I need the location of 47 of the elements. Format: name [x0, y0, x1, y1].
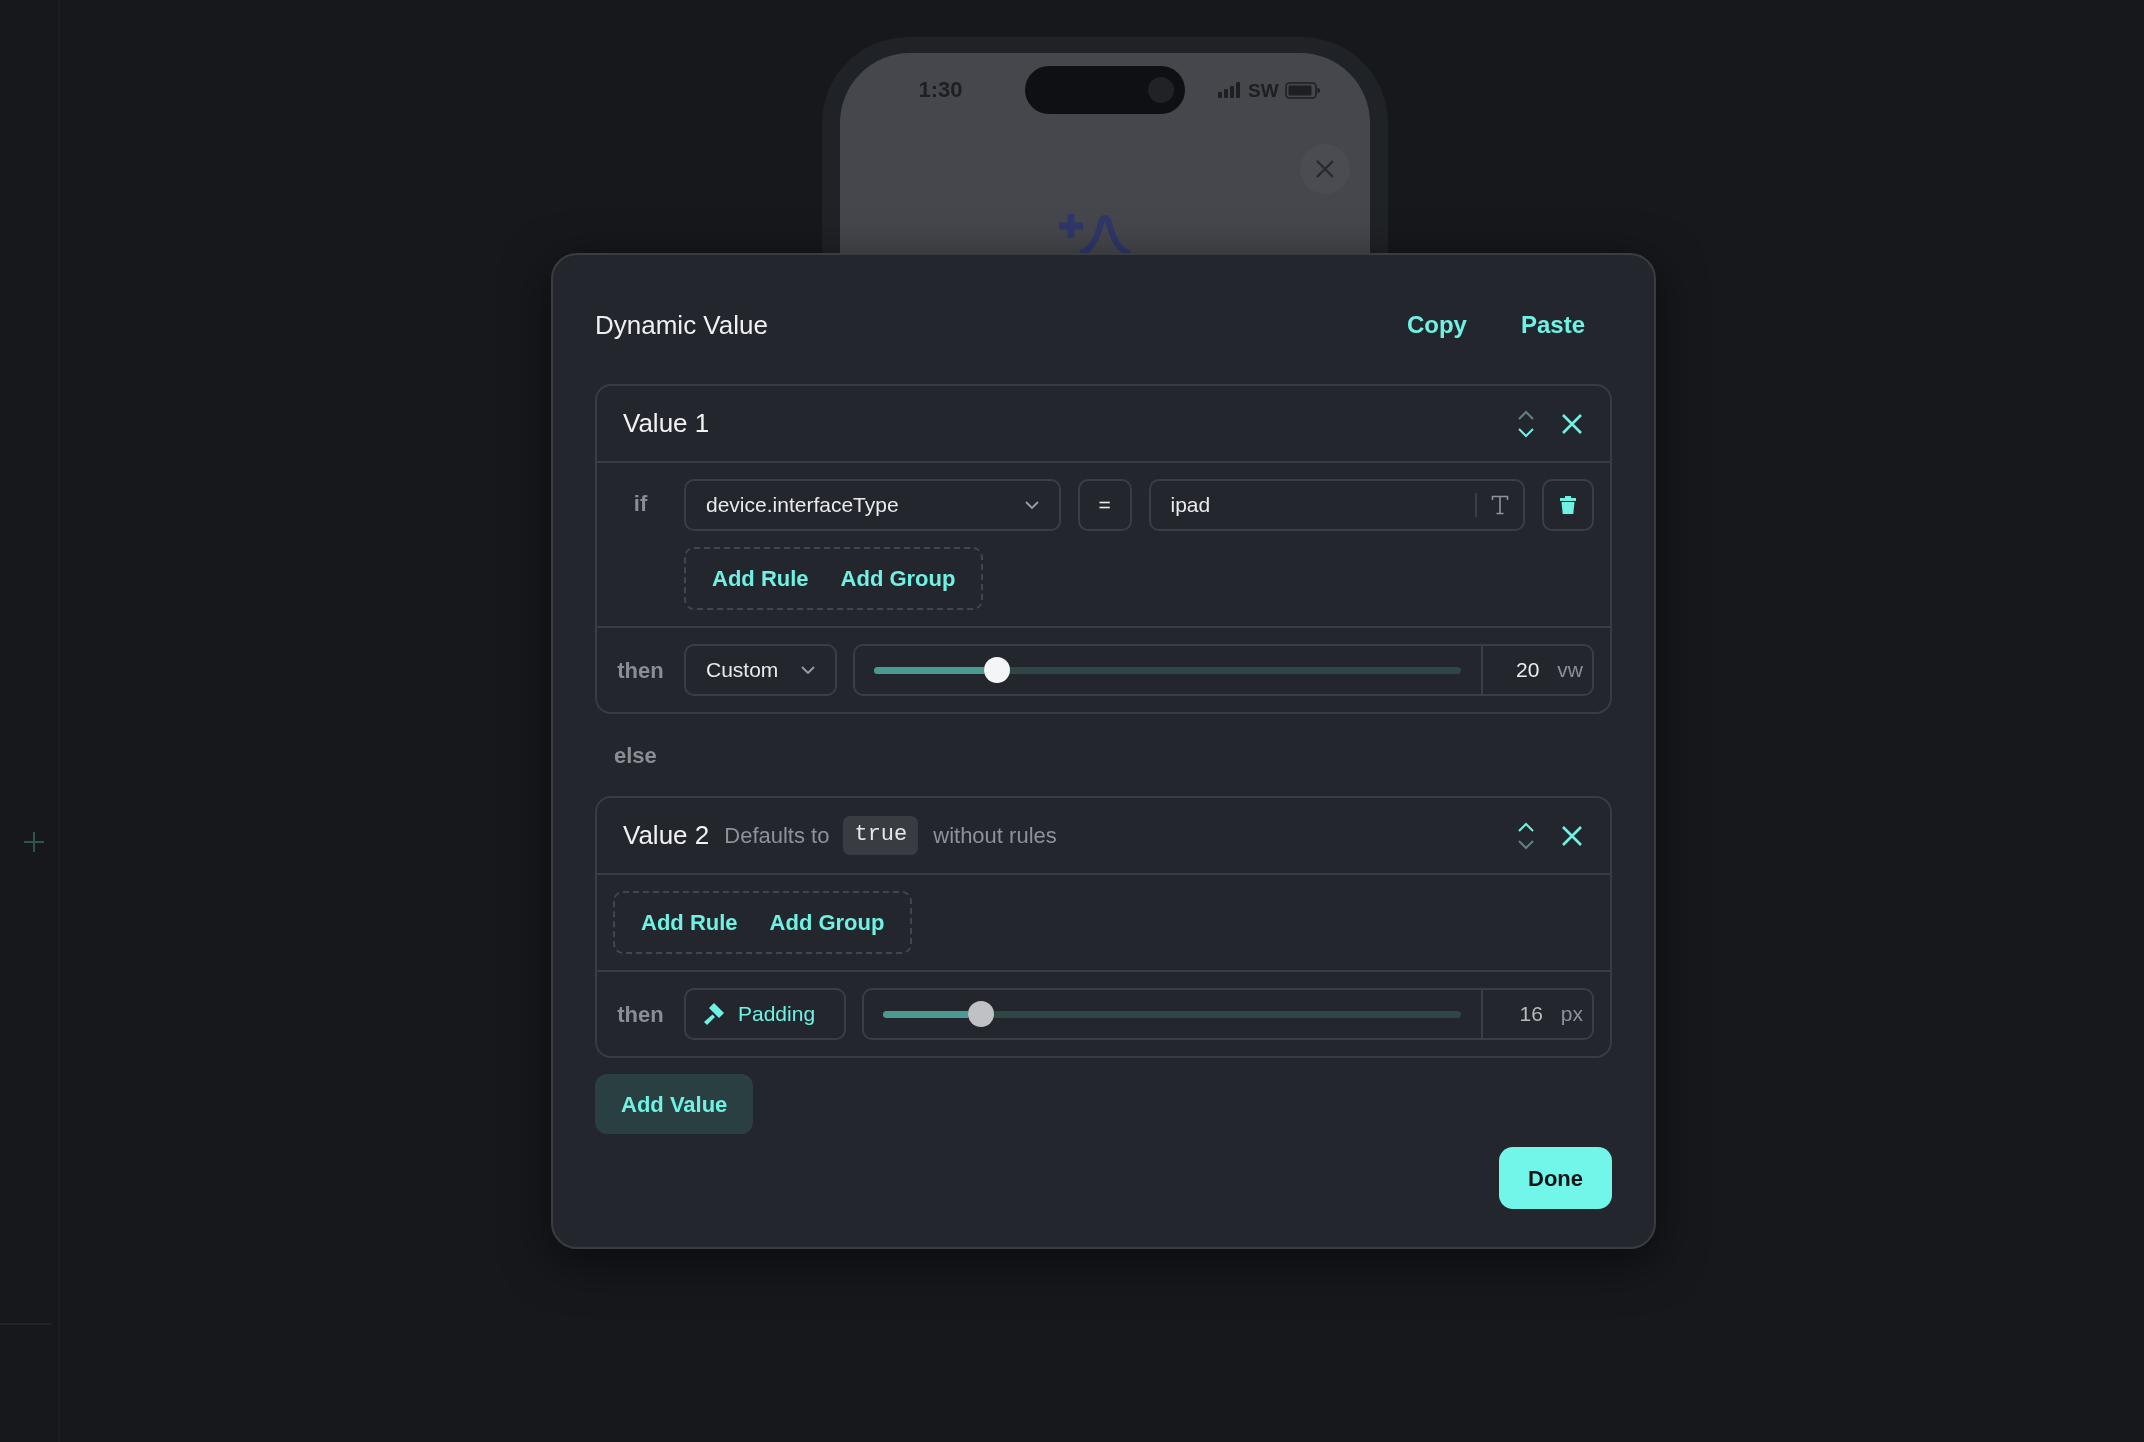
close-icon	[1561, 412, 1583, 435]
slider-value: 16	[1519, 1001, 1543, 1028]
condition-label: if	[633, 491, 648, 516]
copy-button[interactable]: Copy	[1392, 301, 1481, 349]
slider-thumb[interactable]	[984, 657, 1011, 683]
add-value-button[interactable]: Add Value	[595, 1074, 754, 1134]
chevron-down-icon	[1518, 427, 1534, 438]
plus-peak-icon	[1058, 213, 1132, 253]
result-label: then	[617, 657, 664, 683]
battery-icon	[1284, 81, 1320, 99]
trash-icon	[1560, 496, 1577, 514]
move-down-button[interactable]	[1517, 425, 1535, 440]
operator-button[interactable]: =	[1077, 479, 1132, 531]
remove-value-button[interactable]	[1561, 824, 1583, 847]
add-group-button[interactable]: Add Group	[757, 906, 897, 939]
paste-button[interactable]: Paste	[1506, 301, 1599, 349]
done-button[interactable]: Done	[1499, 1147, 1612, 1209]
code-chip: true	[843, 816, 919, 855]
dialog-title: Dynamic Value	[595, 308, 768, 342]
else-label: else	[614, 741, 657, 770]
value-title: Value 2	[623, 819, 710, 852]
value-title: Value 1	[623, 407, 710, 440]
field-dropdown[interactable]: device.interfaceType	[684, 479, 1061, 531]
remove-value-button[interactable]	[1561, 412, 1583, 435]
default-note: Defaults to	[724, 822, 830, 850]
delete-rule-button[interactable]	[1542, 479, 1594, 531]
chevron-up-icon	[1518, 409, 1534, 420]
value-field[interactable]: ipad	[1148, 479, 1526, 531]
default-note: without rules	[933, 822, 1057, 850]
chevron-down-icon	[1518, 839, 1534, 850]
add-rule-button[interactable]: Add Rule	[700, 562, 821, 595]
unit-label: px	[1560, 1001, 1583, 1028]
add-rule-button[interactable]: Add Rule	[629, 906, 750, 939]
slider-value: 20	[1515, 657, 1540, 684]
signal-icon	[1218, 82, 1242, 98]
text-type-icon	[1491, 495, 1510, 515]
chevron-up-icon	[1518, 821, 1534, 832]
caret-icon	[1024, 501, 1039, 509]
value-type-dropdown[interactable]: Custom	[684, 644, 837, 696]
add-group-button[interactable]: Add Group	[828, 562, 968, 595]
caret-icon	[801, 666, 815, 674]
result-label: then	[617, 1001, 664, 1027]
unit-label: vw	[1557, 657, 1583, 684]
close-icon	[1561, 824, 1583, 847]
camera-notch-icon	[1025, 66, 1185, 114]
hammer-icon	[704, 1003, 726, 1025]
token-button[interactable]: Padding	[684, 988, 846, 1040]
